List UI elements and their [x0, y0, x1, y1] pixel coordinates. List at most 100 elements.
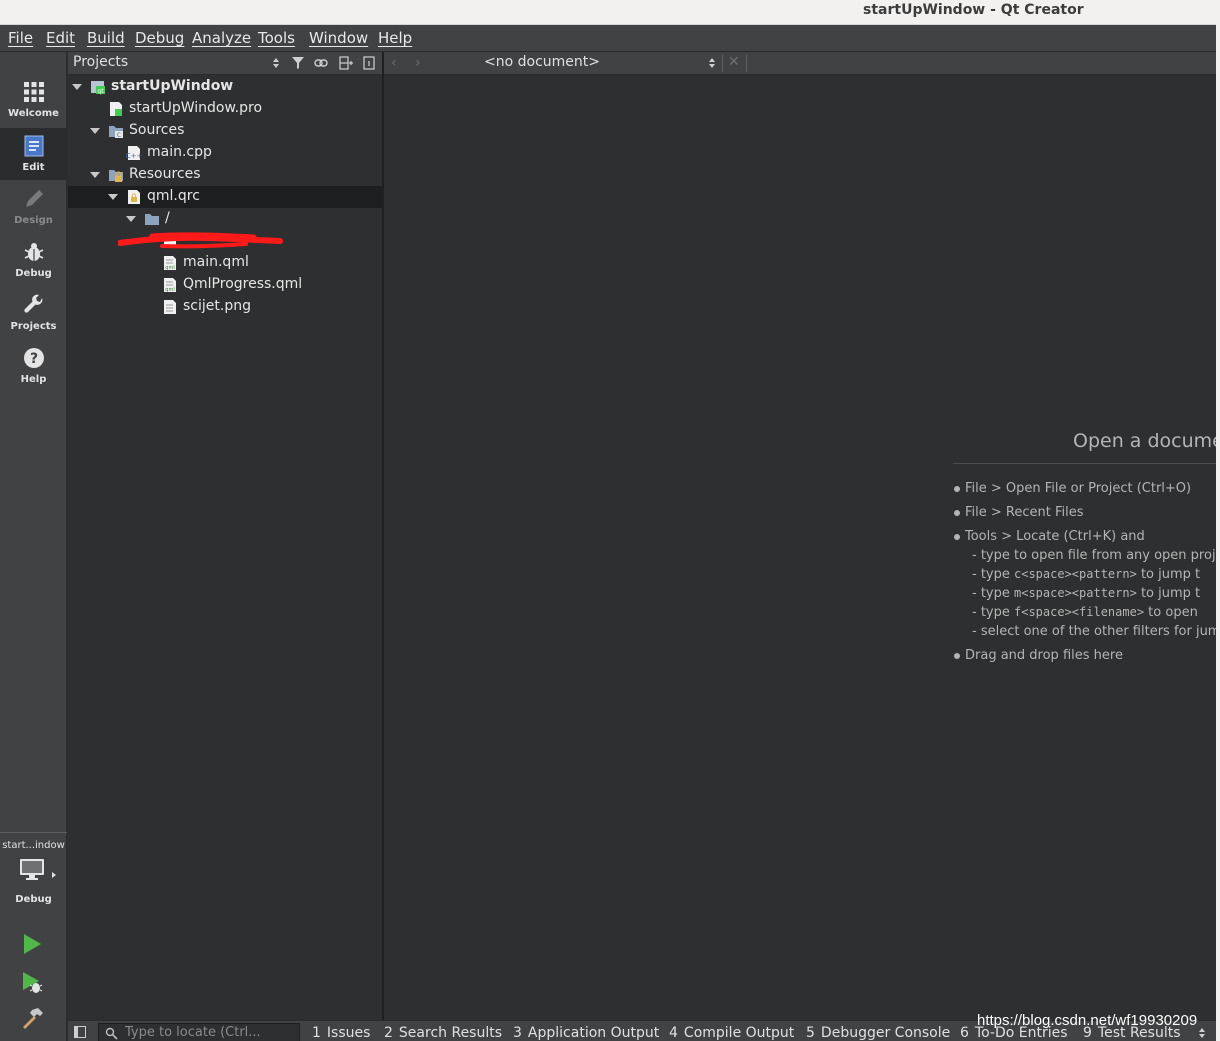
tree-item-sources[interactable]: C Sources: [68, 120, 382, 142]
menu-debug[interactable]: Debug: [135, 29, 184, 47]
expand-arrow-icon[interactable]: [126, 216, 136, 222]
tree-item-label: Resources: [129, 166, 201, 182]
cpp-file-icon: C++: [126, 146, 142, 160]
editor-toolbar: ‹ › <no document> ✕: [384, 52, 1216, 75]
open-document-heading: Open a documer: [1073, 430, 1216, 452]
tree-item-label: Sources: [129, 122, 185, 138]
kit-expand-arrow-icon[interactable]: [52, 872, 56, 878]
mode-projects[interactable]: Projects: [0, 287, 67, 339]
tree-item-label: startUpWindow: [111, 78, 234, 94]
tab-compile-output[interactable]: 4 Compile Output: [669, 1025, 794, 1041]
expand-arrow-icon[interactable]: [90, 172, 100, 178]
document-icon: [24, 135, 43, 157]
hint-locate-filters: - select one of the other filters for ju…: [972, 624, 1216, 639]
split-icon[interactable]: [339, 56, 353, 70]
toolbar-separator: [746, 55, 747, 72]
view-selector-arrows-icon[interactable]: [272, 57, 280, 69]
hammer-icon[interactable]: [20, 1006, 44, 1030]
window-edge: [1216, 0, 1220, 1041]
kit-name[interactable]: start...indow: [0, 840, 67, 851]
go-back-icon[interactable]: ‹: [391, 55, 397, 71]
menu-window[interactable]: Window: [309, 29, 368, 47]
tab-application-output[interactable]: 3 Application Output: [513, 1025, 659, 1041]
toolbar-separator: [722, 55, 723, 72]
tree-item-label: QmlProgress.qml: [183, 276, 303, 292]
document-selector-arrows-icon[interactable]: [708, 57, 716, 69]
tab-search-results[interactable]: 2 Search Results: [384, 1025, 502, 1041]
tree-item-main-cpp[interactable]: C++ main.cpp: [68, 142, 382, 164]
tree-item-qmlprogress-qml[interactable]: qml QmlProgress.qml: [68, 274, 382, 296]
mode-help-label: Help: [20, 374, 47, 385]
wrench-icon: [23, 294, 42, 313]
locator-input[interactable]: [125, 1024, 295, 1041]
window-title: startUpWindow - Qt Creator: [863, 2, 1084, 18]
mode-edit-label: Edit: [22, 162, 45, 173]
tree-item-pro-file[interactable]: startUpWindow.pro: [68, 98, 382, 120]
tree-item-label: scijet.png: [183, 298, 251, 314]
window-titlebar[interactable]: startUpWindow - Qt Creator: [0, 0, 1216, 25]
hint-drag-drop: Drag and drop files here: [965, 648, 1123, 663]
tree-item-resources[interactable]: Resources: [68, 164, 382, 186]
hint-recent-files: File > Recent Files: [965, 505, 1084, 520]
svg-text:qml: qml: [165, 287, 174, 293]
tree-item-project[interactable]: qt startUpWindow: [68, 76, 382, 98]
hint-open-file: File > Open File or Project (Ctrl+O): [965, 481, 1192, 496]
expand-arrow-icon[interactable]: [72, 84, 82, 90]
mode-help[interactable]: ? Help: [0, 340, 67, 392]
menu-file[interactable]: File: [8, 29, 33, 47]
monitor-icon[interactable]: [19, 858, 45, 882]
pro-file-icon: [110, 102, 122, 116]
tree-item-main-qml[interactable]: qml main.qml: [68, 252, 382, 274]
project-tree: qt startUpWindow startUpWindow.pro C Sou…: [68, 76, 382, 1020]
svg-text:?: ?: [29, 351, 37, 367]
pencil-icon: [25, 190, 43, 207]
go-forward-icon[interactable]: ›: [415, 55, 421, 71]
tab-issues[interactable]: 1 Issues: [312, 1025, 370, 1041]
folder-icon: [145, 214, 159, 225]
hint-bullet: [954, 510, 960, 516]
hint-locate-open-file: - type to open file from any open projec: [972, 548, 1216, 563]
mode-edit[interactable]: Edit: [0, 128, 67, 180]
qrc-file-icon: [128, 190, 140, 204]
question-icon: ?: [23, 348, 44, 368]
debug-run-icon[interactable]: [20, 970, 44, 994]
tree-item-prefix-root[interactable]: /: [68, 208, 382, 230]
projects-pane-header: Projects: [68, 52, 382, 75]
filter-icon[interactable]: [291, 56, 305, 70]
qml-file-icon: qml: [164, 278, 176, 293]
output-tabs-arrows-icon[interactable]: [1198, 1027, 1206, 1039]
tree-item-label: /: [165, 210, 170, 226]
menu-bar: File Edit Build Debug Analyze Tools Wind…: [0, 25, 1216, 52]
locator[interactable]: [98, 1023, 300, 1041]
mode-welcome[interactable]: Welcome: [0, 74, 67, 126]
close-document-icon[interactable]: ✕: [728, 54, 740, 70]
hint-locate-method: - type m<space><pattern> to jump t: [972, 586, 1201, 601]
grid-icon: [23, 82, 44, 102]
document-selector[interactable]: <no document>: [484, 54, 600, 70]
close-pane-icon[interactable]: [362, 56, 376, 70]
qt-project-icon: qt: [91, 81, 105, 95]
tree-item-scijet-png[interactable]: scijet.png: [68, 296, 382, 318]
menu-tools[interactable]: Tools: [258, 29, 295, 47]
toggle-sidebar-icon[interactable]: [74, 1026, 86, 1038]
hint-locate: Tools > Locate (Ctrl+K) and: [965, 529, 1145, 544]
svg-text:C: C: [117, 132, 121, 139]
expand-arrow-icon[interactable]: [90, 128, 100, 134]
mode-welcome-label: Welcome: [8, 108, 59, 119]
expand-arrow-icon[interactable]: [108, 194, 118, 200]
hint-bullet: [954, 486, 960, 492]
svg-text:qt: qt: [97, 88, 104, 95]
menu-help[interactable]: Help: [378, 29, 412, 47]
mode-bar: Welcome Edit Design Debug Projects ? Hel…: [0, 52, 67, 1041]
projects-pane-title[interactable]: Projects: [73, 54, 128, 70]
link-icon[interactable]: [314, 56, 328, 70]
run-icon[interactable]: [20, 932, 44, 956]
menu-analyze[interactable]: Analyze: [192, 29, 251, 47]
mode-design[interactable]: Design: [0, 181, 67, 233]
tab-debugger-console[interactable]: 5 Debugger Console: [806, 1025, 950, 1041]
tree-item-qml-qrc[interactable]: qml.qrc: [68, 186, 382, 208]
menu-edit[interactable]: Edit: [46, 29, 75, 47]
menu-build[interactable]: Build: [87, 29, 125, 47]
mode-debug[interactable]: Debug: [0, 234, 67, 286]
mode-design-label: Design: [14, 215, 53, 226]
